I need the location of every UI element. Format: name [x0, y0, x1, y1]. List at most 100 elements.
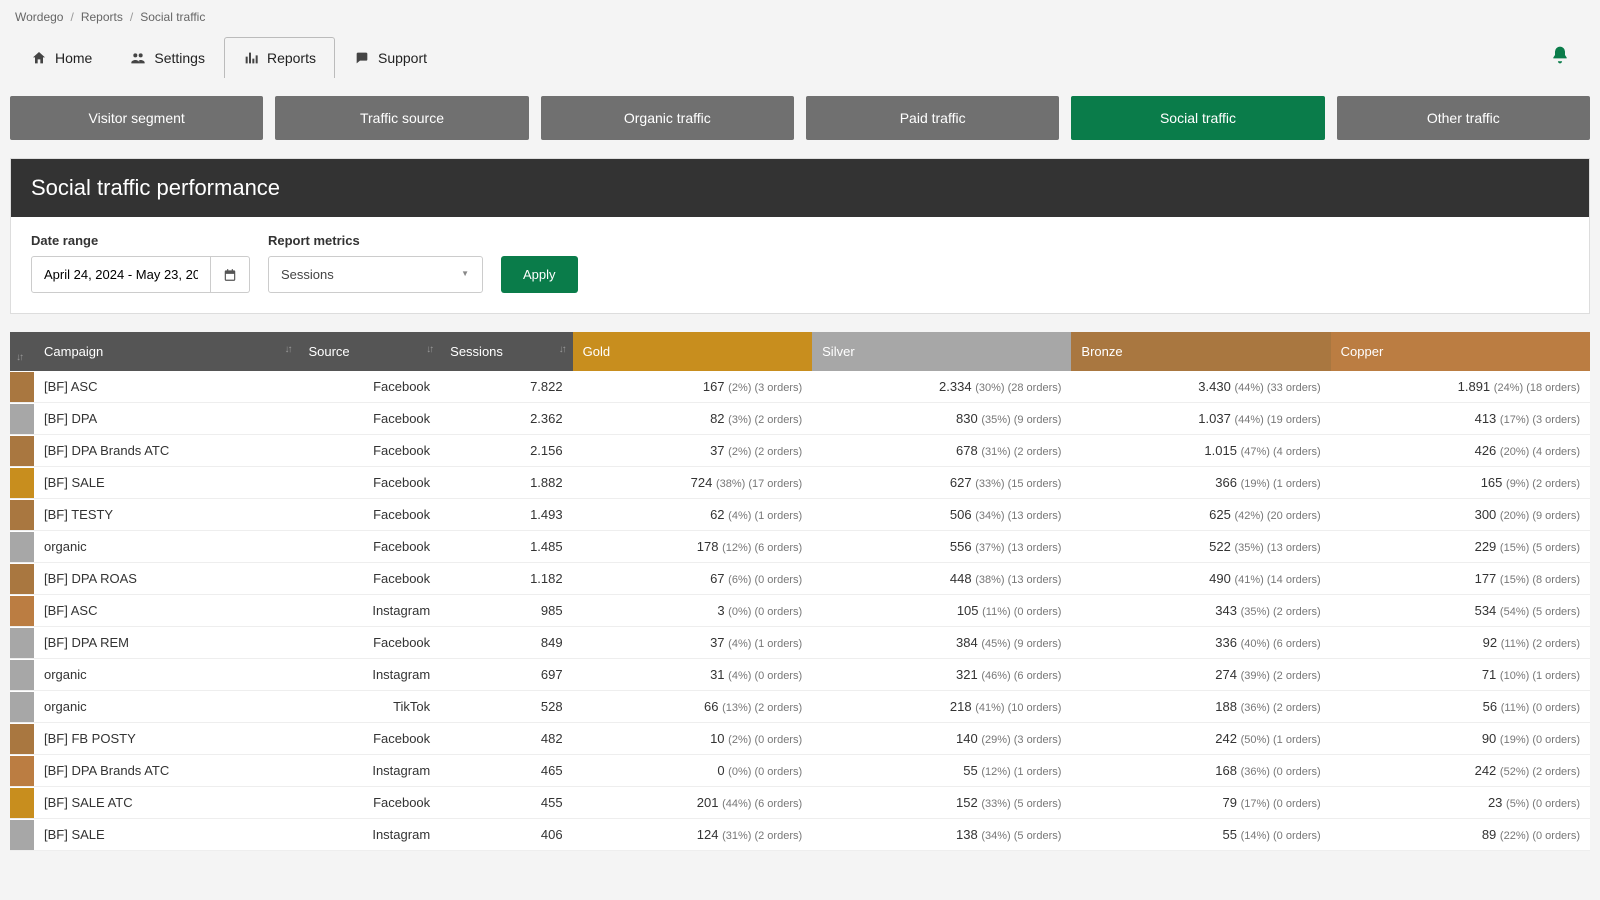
cell-source: Facebook	[298, 499, 440, 531]
cell-source: Facebook	[298, 563, 440, 595]
col-source[interactable]: Source↓↑	[298, 332, 440, 371]
col-sessions[interactable]: Sessions↓↑	[440, 332, 572, 371]
segment-cell: 490 (41%) (14 orders)	[1071, 563, 1330, 595]
table-row: [BF] DPA ROASFacebook1.18267 (6%) (0 ord…	[10, 563, 1590, 595]
segment-cell: 534 (54%) (5 orders)	[1331, 595, 1590, 627]
col-campaign[interactable]: Campaign↓↑	[34, 332, 298, 371]
tab-home[interactable]: Home	[12, 37, 111, 78]
cell-sessions: 1.485	[440, 531, 572, 563]
row-color	[10, 435, 34, 467]
segment-cell: 89 (22%) (0 orders)	[1331, 819, 1590, 851]
row-color	[10, 659, 34, 691]
table-row: [BF] TESTYFacebook1.49362 (4%) (1 orders…	[10, 499, 1590, 531]
cell-campaign: [BF] ASC	[34, 371, 298, 403]
report-metrics-select[interactable]: Sessions	[268, 256, 483, 293]
cell-source: Instagram	[298, 819, 440, 851]
segment-cell: 627 (33%) (15 orders)	[812, 467, 1071, 499]
col-color[interactable]: ↓↑	[10, 332, 34, 371]
section-tab-visitor-segment[interactable]: Visitor segment	[10, 96, 263, 140]
breadcrumb-mid[interactable]: Reports	[81, 10, 123, 24]
segment-cell: 448 (38%) (13 orders)	[812, 563, 1071, 595]
table-row: [BF] SALE ATCFacebook455201 (44%) (6 ord…	[10, 787, 1590, 819]
table-row: organicTikTok52866 (13%) (2 orders)218 (…	[10, 691, 1590, 723]
segment-cell: 242 (52%) (2 orders)	[1331, 755, 1590, 787]
cell-campaign: [BF] DPA Brands ATC	[34, 755, 298, 787]
cell-source: Instagram	[298, 595, 440, 627]
segment-cell: 10 (2%) (0 orders)	[573, 723, 813, 755]
date-range-input[interactable]	[31, 256, 211, 293]
section-tab-other-traffic[interactable]: Other traffic	[1337, 96, 1590, 140]
segment-cell: 522 (35%) (13 orders)	[1071, 531, 1330, 563]
table-row: [BF] ASCFacebook7.822167 (2%) (3 orders)…	[10, 371, 1590, 403]
segment-cell: 724 (38%) (17 orders)	[573, 467, 813, 499]
main-tabs: Home Settings Reports Support	[0, 29, 446, 78]
cell-source: Facebook	[298, 531, 440, 563]
tab-settings[interactable]: Settings	[111, 37, 224, 78]
tab-support[interactable]: Support	[335, 37, 446, 78]
segment-cell: 152 (33%) (5 orders)	[812, 787, 1071, 819]
cell-source: Instagram	[298, 755, 440, 787]
cell-sessions: 528	[440, 691, 572, 723]
table-row: organicFacebook1.485178 (12%) (6 orders)…	[10, 531, 1590, 563]
breadcrumb: Wordego / Reports / Social traffic	[0, 0, 1600, 29]
segment-cell: 23 (5%) (0 orders)	[1331, 787, 1590, 819]
segment-cell: 300 (20%) (9 orders)	[1331, 499, 1590, 531]
section-tab-traffic-source[interactable]: Traffic source	[275, 96, 528, 140]
cell-sessions: 2.362	[440, 403, 572, 435]
section-tab-paid-traffic[interactable]: Paid traffic	[806, 96, 1059, 140]
segment-cell: 105 (11%) (0 orders)	[812, 595, 1071, 627]
table-row: organicInstagram69731 (4%) (0 orders)321…	[10, 659, 1590, 691]
row-color	[10, 595, 34, 627]
segment-cell: 55 (12%) (1 orders)	[812, 755, 1071, 787]
chart-icon	[243, 50, 259, 66]
segment-cell: 56 (11%) (0 orders)	[1331, 691, 1590, 723]
row-color	[10, 563, 34, 595]
report-metrics-field: Report metrics Sessions	[268, 233, 483, 293]
tab-reports[interactable]: Reports	[224, 37, 335, 78]
segment-cell: 201 (44%) (6 orders)	[573, 787, 813, 819]
segment-cell: 31 (4%) (0 orders)	[573, 659, 813, 691]
segment-cell: 82 (3%) (2 orders)	[573, 403, 813, 435]
segment-cell: 90 (19%) (0 orders)	[1331, 723, 1590, 755]
cell-campaign: [BF] DPA Brands ATC	[34, 435, 298, 467]
date-picker-button[interactable]	[211, 256, 250, 293]
segment-cell: 2.334 (30%) (28 orders)	[812, 371, 1071, 403]
row-color	[10, 499, 34, 531]
tab-support-label: Support	[378, 50, 427, 66]
segment-cell: 321 (46%) (6 orders)	[812, 659, 1071, 691]
chat-icon	[354, 50, 370, 66]
date-range-field: Date range	[31, 233, 250, 293]
segment-cell: 177 (15%) (8 orders)	[1331, 563, 1590, 595]
breadcrumb-root[interactable]: Wordego	[15, 10, 63, 24]
cell-source: Instagram	[298, 659, 440, 691]
cell-campaign: [BF] DPA	[34, 403, 298, 435]
row-color	[10, 691, 34, 723]
segment-cell: 3.430 (44%) (33 orders)	[1071, 371, 1330, 403]
segment-cell: 413 (17%) (3 orders)	[1331, 403, 1590, 435]
cell-campaign: organic	[34, 691, 298, 723]
notifications-button[interactable]	[1550, 45, 1600, 78]
cell-sessions: 482	[440, 723, 572, 755]
row-color	[10, 467, 34, 499]
section-tab-social-traffic[interactable]: Social traffic	[1071, 96, 1324, 140]
segment-cell: 3 (0%) (0 orders)	[573, 595, 813, 627]
apply-button[interactable]: Apply	[501, 256, 578, 293]
tab-home-label: Home	[55, 50, 92, 66]
report-metrics-label: Report metrics	[268, 233, 483, 248]
segment-cell: 37 (4%) (1 orders)	[573, 627, 813, 659]
segment-cell: 1.037 (44%) (19 orders)	[1071, 403, 1330, 435]
table-row: [BF] DPA Brands ATCInstagram4650 (0%) (0…	[10, 755, 1590, 787]
tab-reports-label: Reports	[267, 50, 316, 66]
table-row: [BF] DPAFacebook2.36282 (3%) (2 orders)8…	[10, 403, 1590, 435]
cell-source: Facebook	[298, 435, 440, 467]
segment-cell: 168 (36%) (0 orders)	[1071, 755, 1330, 787]
col-bronze: Bronze	[1071, 332, 1330, 371]
cell-sessions: 455	[440, 787, 572, 819]
users-icon	[130, 50, 146, 66]
cell-campaign: [BF] TESTY	[34, 499, 298, 531]
segment-cell: 556 (37%) (13 orders)	[812, 531, 1071, 563]
section-tab-organic-traffic[interactable]: Organic traffic	[541, 96, 794, 140]
cell-sessions: 1.493	[440, 499, 572, 531]
segment-cell: 79 (17%) (0 orders)	[1071, 787, 1330, 819]
table-row: [BF] FB POSTYFacebook48210 (2%) (0 order…	[10, 723, 1590, 755]
